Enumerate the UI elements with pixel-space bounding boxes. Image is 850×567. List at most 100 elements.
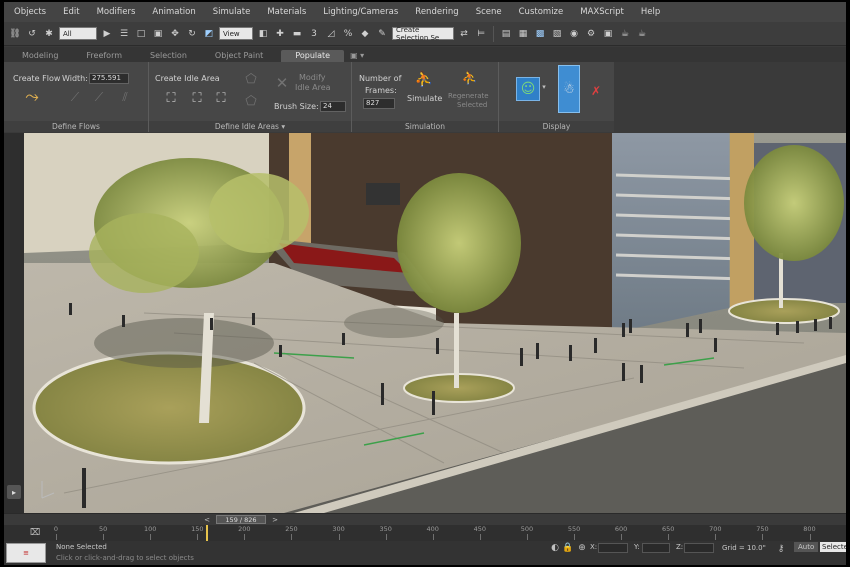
idle-area-freeform-icon[interactable]: ⛶ (187, 88, 207, 108)
next-frame-icon[interactable]: > (270, 514, 280, 525)
tab-selection[interactable]: Selection (140, 51, 205, 62)
playhead-marker[interactable] (205, 525, 208, 541)
idle-area-erase-icon[interactable]: ⬠ (241, 92, 261, 110)
selected-keys-dropdown[interactable]: Selected (820, 542, 846, 552)
isolate-selection-icon[interactable]: ◐ (549, 542, 561, 554)
idle-area-circle-icon[interactable]: ⛶ (161, 88, 181, 108)
schematic-view-icon[interactable]: ▧ (550, 27, 564, 41)
menu-customize[interactable]: Customize (519, 7, 564, 17)
rectangular-selection-icon[interactable]: □ (134, 27, 148, 41)
regenerate-selected-icon[interactable]: ⛹ (459, 68, 481, 88)
menu-edit[interactable]: Edit (63, 7, 79, 17)
x-coordinate-field[interactable] (598, 543, 628, 553)
modify-idle-area-icon[interactable]: ✕ (273, 74, 291, 92)
flow-width-spinner[interactable]: 275.591 (89, 73, 129, 84)
flow-ramp-icon[interactable]: ⟋ (90, 90, 108, 104)
mini-curve-editor-icon[interactable]: ⌧ (28, 526, 42, 540)
ribbon-options-icon[interactable]: ▣ ▾ (344, 51, 370, 62)
menu-lighting-cameras[interactable]: Lighting/Cameras (323, 7, 398, 17)
perspective-viewport[interactable] (24, 133, 846, 513)
tab-modeling[interactable]: Modeling (12, 51, 76, 62)
tab-object-paint[interactable]: Object Paint (205, 51, 281, 62)
material-editor-icon[interactable]: ◉ (567, 27, 581, 41)
select-rotate-icon[interactable]: ↻ (185, 27, 199, 41)
track-bar-tick-label: 100 (143, 525, 157, 533)
select-move-icon[interactable]: ✥ (168, 27, 182, 41)
display-dropdown-chevron-icon[interactable]: ▾ (540, 82, 548, 92)
status-bar: ≡ None Selected Click or click-and-drag … (4, 541, 846, 565)
menu-materials[interactable]: Materials (267, 7, 306, 17)
auto-key-button[interactable]: Auto (794, 542, 819, 552)
tab-populate[interactable]: Populate (281, 50, 345, 62)
align-icon[interactable]: ⊨ (474, 27, 488, 41)
display-high-res-icon[interactable]: ☃ (558, 65, 580, 113)
key-icon[interactable]: ⚷ (774, 543, 788, 555)
render-iterative-icon[interactable]: ☕ (635, 27, 649, 41)
display-delete-icon[interactable]: ✗ (587, 82, 605, 100)
absolute-mode-transform-icon[interactable]: ⊕ (576, 542, 588, 554)
menu-simulate[interactable]: Simulate (213, 7, 251, 17)
unlink-icon[interactable]: ↺ (25, 27, 39, 41)
menu-maxscript[interactable]: MAXScript (580, 7, 624, 17)
tab-freeform[interactable]: Freeform (76, 51, 140, 62)
idle-area-paint-icon[interactable]: ⛶ (211, 88, 231, 108)
menu-animation[interactable]: Animation (152, 7, 195, 17)
menu-help[interactable]: Help (641, 7, 660, 17)
time-slider-thumb[interactable]: 159 / 826 (216, 515, 266, 524)
flow-stairs-icon[interactable]: ⫽ (116, 88, 134, 106)
angle-snap-icon[interactable]: ◿ (324, 27, 338, 41)
reference-coordinate-dropdown[interactable]: View (219, 27, 253, 40)
create-flow-icon[interactable]: ⤳ (21, 86, 43, 108)
keyboard-shortcut-override-icon[interactable]: ▬ (290, 27, 304, 41)
expand-panel-icon[interactable]: ▸ (7, 485, 21, 499)
idle-area-edit-icon[interactable]: ⬠ (241, 70, 261, 88)
bind-space-warp-icon[interactable]: ✱ (42, 27, 56, 41)
pivot-center-icon[interactable]: ◧ (256, 27, 270, 41)
track-bar-tick (244, 534, 246, 540)
select-link-icon[interactable]: ⛓ (8, 27, 22, 41)
select-scale-icon[interactable]: ◩ (202, 27, 216, 41)
spinner-snap-icon[interactable]: ◆ (358, 27, 372, 41)
mirror-icon[interactable]: ⇄ (457, 27, 471, 41)
track-bar-tick (197, 534, 199, 540)
flow-segment-icon[interactable]: ⟋ (66, 90, 84, 104)
lock-selection-icon[interactable]: 🔒 (562, 542, 574, 554)
menu-rendering[interactable]: Rendering (415, 7, 458, 17)
select-object-icon[interactable]: ▶ (100, 27, 114, 41)
select-by-name-icon[interactable]: ☰ (117, 27, 131, 41)
display-people-icon[interactable]: ☺ (516, 77, 540, 101)
curve-editor-icon[interactable]: ▩ (533, 27, 547, 41)
track-bar[interactable]: ⌧ 0 50 100 150 200 250 300 350 400 450 500 550 600 65… (4, 525, 846, 541)
snaps-toggle-icon[interactable]: 3 (307, 27, 321, 41)
chevron-down-icon[interactable]: ▾ (281, 122, 285, 131)
number-of-frames-spinner[interactable]: 827 (363, 98, 395, 109)
named-selection-dropdown[interactable]: Create Selection Se (392, 26, 454, 42)
maxscript-listener-icon[interactable]: ≡ (6, 543, 46, 563)
menu-modifiers[interactable]: Modifiers (97, 7, 136, 17)
y-coordinate-field[interactable] (642, 543, 670, 553)
select-manipulate-icon[interactable]: ✚ (273, 27, 287, 41)
previous-frame-icon[interactable]: < (202, 514, 212, 525)
time-slider[interactable]: < 159 / 826 > (4, 513, 846, 525)
simulate-icon[interactable]: ⛹ (412, 68, 436, 90)
rendered-frame-window-icon[interactable]: ▣ (601, 27, 615, 41)
menu-scene[interactable]: Scene (476, 7, 502, 17)
window-crossing-icon[interactable]: ▣ (151, 27, 165, 41)
grid-spacing-text: Grid = 10.0" (722, 544, 766, 552)
track-bar-tick (103, 534, 105, 540)
selection-filter-dropdown[interactable]: All (59, 27, 97, 40)
menu-objects[interactable]: Objects (14, 7, 46, 17)
layer-explorer-icon[interactable]: ▤ (499, 27, 513, 41)
track-bar-tick (809, 534, 811, 540)
render-production-icon[interactable]: ☕ (618, 27, 632, 41)
edit-named-selection-icon[interactable]: ✎ (375, 27, 389, 41)
populate-ribbon: Create Flow ⤳ Width: 275.591 ⟋ ⟋ ⫽ Defin… (4, 62, 614, 132)
z-coordinate-field[interactable] (684, 543, 714, 553)
simulate-button-label[interactable]: Simulate (407, 94, 442, 103)
brush-size-spinner[interactable]: 24 (320, 101, 346, 112)
toggle-ribbon-icon[interactable]: ▦ (516, 27, 530, 41)
track-bar-tick-label: 150 (191, 525, 204, 533)
track-bar-tick-label: 450 (473, 525, 487, 533)
percent-snap-icon[interactable]: % (341, 27, 355, 41)
render-setup-icon[interactable]: ⚙ (584, 27, 598, 41)
